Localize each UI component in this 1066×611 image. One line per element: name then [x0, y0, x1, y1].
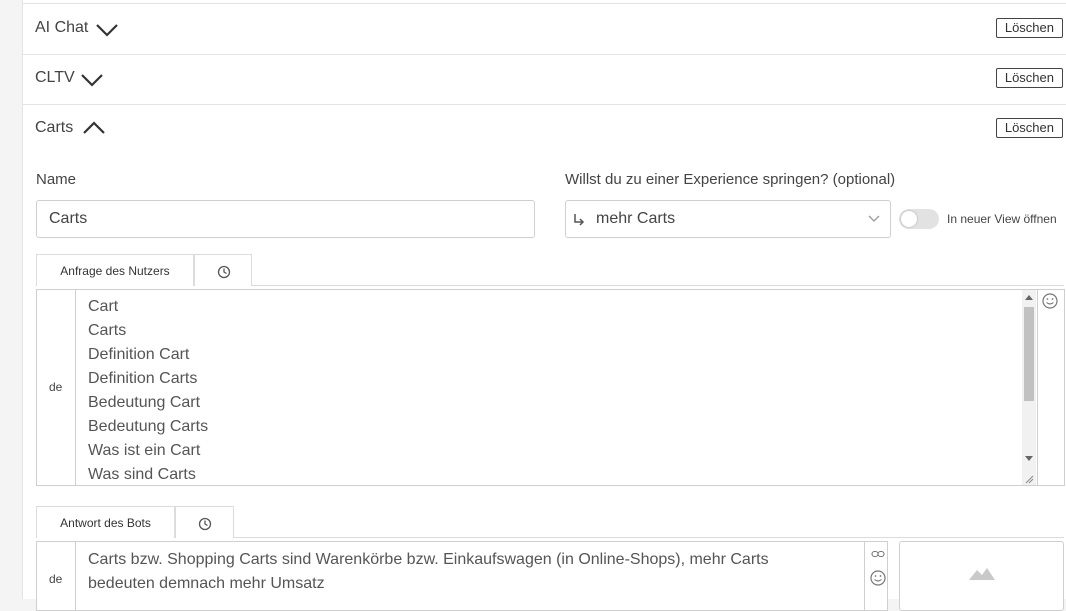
jump-label: Willst du zu einer Experience springen? … — [565, 171, 896, 188]
chevron-down-icon[interactable] — [95, 23, 119, 37]
section-title[interactable]: AI Chat — [35, 19, 88, 37]
name-input[interactable] — [36, 200, 535, 238]
selected-experience: mehr Carts — [596, 210, 676, 227]
utterance-line: Definition Cart — [88, 346, 190, 363]
scrollbar[interactable] — [1022, 290, 1036, 485]
image-upload-area[interactable] — [899, 541, 1064, 611]
utterance-line: Cart — [88, 298, 119, 315]
tab-history[interactable] — [175, 506, 234, 538]
tab-bot-answer[interactable]: Antwort des Bots — [36, 506, 175, 538]
tab-user-query[interactable]: Anfrage des Nutzers — [36, 254, 194, 286]
delete-button[interactable]: Löschen — [995, 18, 1063, 38]
tab-history[interactable] — [194, 254, 252, 286]
mountain-image-icon — [969, 568, 995, 580]
tab-divider — [252, 285, 1064, 286]
return-arrow-icon — [574, 214, 585, 226]
chevron-up-icon[interactable] — [82, 121, 106, 135]
divider — [1037, 290, 1038, 485]
smiley-icon[interactable] — [870, 570, 886, 586]
delete-button[interactable]: Löschen — [995, 68, 1063, 88]
toggle-knob — [901, 211, 917, 227]
link-icon[interactable] — [871, 549, 885, 559]
scroll-down-icon[interactable] — [1025, 456, 1033, 461]
chevron-down-icon[interactable] — [80, 73, 104, 87]
name-label: Name — [36, 171, 77, 188]
utterance-box: de Cart Carts Definition Cart Definition… — [36, 289, 1065, 486]
answer-line: bedeuten demnach mehr Umsatz — [88, 575, 325, 592]
utterance-line: Was sind Carts — [88, 466, 196, 483]
experience-panel: AI Chat Löschen CLTV Löschen Carts Lösch… — [22, 0, 1066, 611]
smiley-icon[interactable] — [1042, 293, 1058, 309]
clock-icon — [198, 517, 212, 531]
scroll-up-icon[interactable] — [1025, 295, 1033, 300]
toggle-label: In neuer View öffnen — [947, 212, 1057, 226]
scroll-thumb[interactable] — [1024, 307, 1034, 401]
divider — [864, 542, 865, 610]
section-title[interactable]: Carts — [35, 119, 73, 137]
section-title[interactable]: CLTV — [35, 69, 75, 87]
clock-icon — [217, 265, 231, 279]
answer-line: Carts bzw. Shopping Carts sind Warenkörb… — [88, 551, 769, 568]
utterance-line: Carts — [88, 322, 127, 339]
language-code: de — [49, 380, 63, 394]
utterance-line: Definition Carts — [88, 370, 198, 387]
experience-select[interactable]: mehr Carts — [565, 200, 891, 238]
answer-box: de Carts bzw. Shopping Carts sind Warenk… — [36, 541, 888, 611]
section-ai-chat: AI Chat Löschen — [23, 4, 1066, 55]
utterance-line: Bedeutung Carts — [88, 418, 209, 435]
language-code: de — [49, 572, 63, 586]
section-cltv: CLTV Löschen — [23, 54, 1066, 105]
divider — [75, 290, 76, 485]
new-view-toggle[interactable] — [899, 209, 939, 229]
divider — [75, 542, 76, 610]
utterance-line: Bedeutung Cart — [88, 394, 201, 411]
delete-button[interactable]: Löschen — [995, 118, 1063, 138]
chevron-down-icon — [868, 215, 880, 222]
utterance-line: Was ist ein Cart — [88, 442, 201, 459]
section-carts: Carts Löschen — [23, 104, 1066, 154]
resize-handle-icon[interactable] — [1025, 475, 1034, 484]
tab-divider — [234, 537, 1064, 538]
